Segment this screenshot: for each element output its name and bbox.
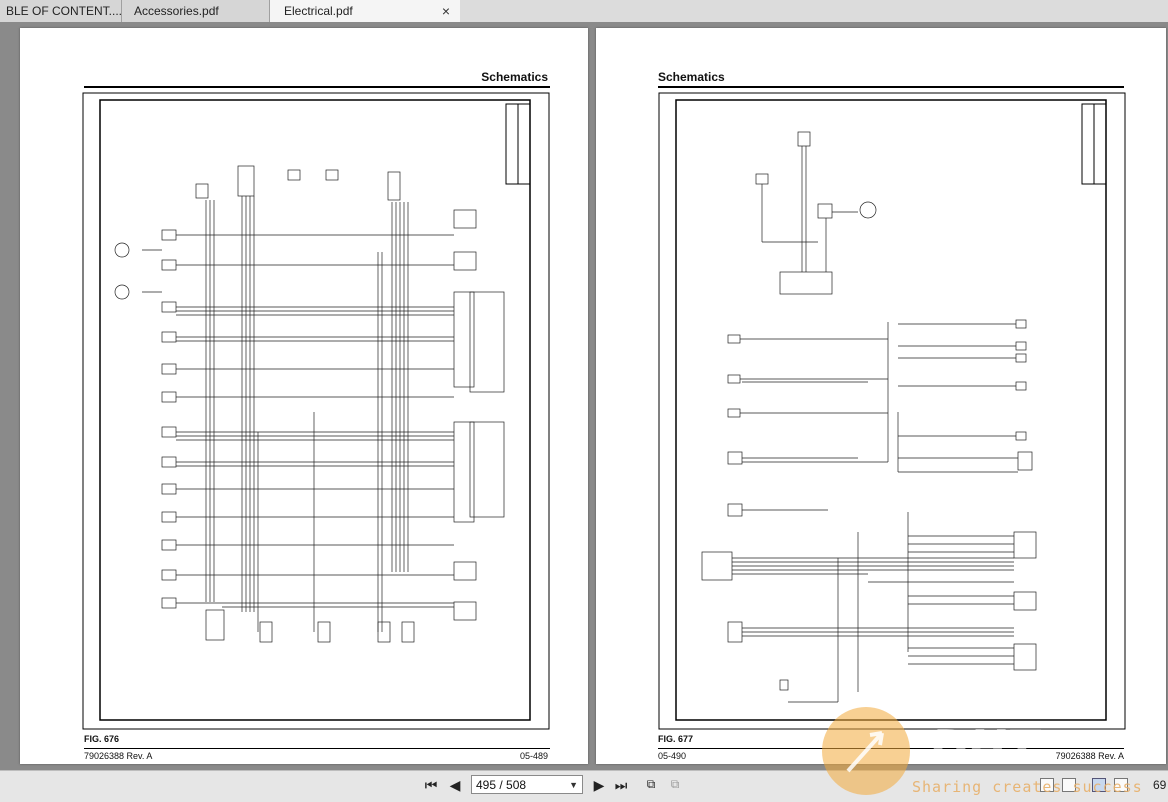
close-tab-icon[interactable]: ×: [442, 0, 450, 22]
figure-label: FIG. 676: [84, 734, 120, 744]
previous-page-icon[interactable]: ◀: [446, 777, 464, 794]
tab-bar: BLE OF CONTENT.... Accessories.pdf Elect…: [0, 0, 1168, 23]
header-rule: [658, 86, 1124, 88]
page-number: 05-489: [519, 751, 548, 761]
first-page-icon[interactable]: ⏮: [422, 777, 440, 794]
tab-table-of-contents[interactable]: BLE OF CONTENT....: [0, 0, 122, 22]
page-number: 05-490: [658, 751, 687, 761]
figure-label: FIG. 677: [658, 734, 694, 744]
tab-accessories[interactable]: Accessories.pdf: [122, 0, 270, 22]
tab-label: BLE OF CONTENT....: [6, 4, 123, 18]
wiring-schematic-drawing: [658, 92, 1126, 730]
page-section-title: Schematics: [481, 70, 548, 84]
wiring-schematic-drawing: [82, 92, 550, 730]
pdf-page-right: Schematics FIG. 677 05-490 79026388 Rev.…: [596, 28, 1166, 764]
next-page-icon[interactable]: ▶: [590, 777, 608, 794]
tab-electrical[interactable]: Electrical.pdf ×: [270, 0, 460, 22]
watermark-slogan: Sharing creates success: [912, 778, 1143, 796]
chevron-down-icon[interactable]: ▼: [569, 776, 578, 795]
go-forward-icon[interactable]: ⧉: [666, 777, 684, 792]
tab-label: Electrical.pdf: [284, 4, 353, 18]
document-viewer[interactable]: Schematics FIG. 676 79026388 Rev. A 05-4…: [0, 22, 1168, 770]
go-back-icon[interactable]: ⧉: [642, 777, 660, 792]
last-page-icon[interactable]: ⏭: [612, 777, 630, 794]
page-number-input[interactable]: 495 / 508 ▼: [471, 775, 583, 794]
document-number: 79026388 Rev. A: [1055, 751, 1124, 761]
document-number: 79026388 Rev. A: [84, 751, 153, 761]
tab-label: Accessories.pdf: [134, 4, 219, 18]
footer-rule: [84, 748, 550, 749]
page-section-title: Schematics: [658, 70, 725, 84]
zoom-level[interactable]: 69: [1153, 778, 1166, 792]
current-page-value: 495 / 508: [476, 778, 527, 792]
header-rule: [84, 86, 550, 88]
footer-rule: [658, 748, 1124, 749]
pdf-page-left: Schematics FIG. 676 79026388 Rev. A 05-4…: [20, 28, 588, 764]
